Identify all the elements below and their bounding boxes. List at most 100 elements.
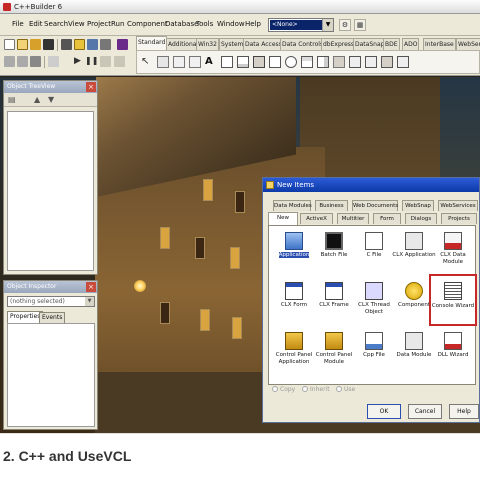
radio-copy[interactable]: Copy: [272, 386, 295, 393]
inspector-property-grid[interactable]: [7, 323, 95, 427]
new-icon[interactable]: [4, 39, 15, 50]
palette-tab-data-controls[interactable]: Data Controls: [280, 38, 326, 50]
treeview-list-icon[interactable]: ▤: [8, 95, 16, 104]
menu-database[interactable]: Database: [165, 20, 198, 28]
menu-window[interactable]: Window: [217, 20, 245, 28]
desktop-layout-combo[interactable]: <None> ▼: [268, 18, 334, 32]
menu-help[interactable]: Help: [245, 20, 261, 28]
item-c-file[interactable]: C File: [352, 230, 396, 274]
add-file-icon[interactable]: [87, 39, 98, 50]
mainmenu-icon[interactable]: [173, 56, 185, 68]
item-clx-application[interactable]: CLX Application: [392, 230, 436, 274]
help-button[interactable]: Help: [449, 404, 479, 419]
treeview-tree[interactable]: [7, 111, 94, 271]
palette-tab-win32[interactable]: Win32: [196, 38, 219, 50]
help-contents-icon[interactable]: [117, 39, 128, 50]
item-clx-thread-object[interactable]: CLX Thread Object: [352, 280, 396, 324]
menu-tools[interactable]: Tools: [196, 20, 213, 28]
debug-layout-icon[interactable]: ▦: [354, 19, 366, 31]
tab-business[interactable]: Business: [315, 200, 348, 211]
palette-tab-interbase[interactable]: InterBase: [423, 38, 456, 50]
palette-tab-additional[interactable]: Additional: [166, 38, 201, 50]
frames-icon[interactable]: [157, 56, 169, 68]
tab-activex[interactable]: ActiveX: [300, 213, 333, 224]
tab-webservices[interactable]: WebServices: [438, 200, 478, 211]
close-icon[interactable]: ×: [86, 82, 96, 92]
tab-projects[interactable]: Projects: [441, 213, 477, 224]
panel-icon[interactable]: [381, 56, 393, 68]
inspector-object-selector[interactable]: (nothing selected) ▼: [7, 296, 95, 307]
trace-into-icon[interactable]: [100, 56, 111, 67]
step-over-icon[interactable]: [114, 56, 125, 67]
palette-tab-data-access[interactable]: Data Access: [243, 38, 284, 50]
combobox-icon[interactable]: [317, 56, 329, 68]
tab-new[interactable]: New: [268, 212, 298, 225]
scrollbar-icon[interactable]: [333, 56, 345, 68]
close-icon[interactable]: ×: [86, 282, 96, 292]
popupmenu-icon[interactable]: [189, 56, 201, 68]
open-project-icon[interactable]: [74, 39, 85, 50]
pause-icon[interactable]: ❚❚: [85, 56, 98, 67]
item-dll-wizard[interactable]: DLL Wizard: [431, 330, 475, 374]
item-console-wizard[interactable]: Console Wizard: [429, 274, 477, 326]
palette-tab-bde[interactable]: BDE: [383, 38, 400, 50]
checkbox-icon[interactable]: [269, 56, 281, 68]
item-control-panel-module[interactable]: Control Panel Module: [312, 330, 356, 374]
pointer-icon[interactable]: ↖: [141, 56, 153, 68]
menu-run[interactable]: Run: [111, 20, 124, 28]
item-application[interactable]: Application: [272, 230, 316, 274]
open-icon[interactable]: [17, 39, 28, 50]
groupbox-icon[interactable]: [349, 56, 361, 68]
tab-form[interactable]: Form: [373, 213, 401, 224]
dropdown-open-icon[interactable]: [30, 39, 41, 50]
tab-multitier[interactable]: Multitier: [337, 213, 369, 224]
radiobutton-icon[interactable]: [285, 56, 297, 68]
radio-inherit[interactable]: Inherit: [302, 386, 330, 393]
item-component[interactable]: Component: [392, 280, 436, 324]
chevron-down-icon[interactable]: ▼: [85, 297, 94, 306]
item-data-module[interactable]: Data Module: [392, 330, 436, 374]
edit-icon[interactable]: [221, 56, 233, 68]
tab-web-documents[interactable]: Web Documents: [352, 200, 398, 211]
new-form-icon[interactable]: [48, 56, 59, 67]
save-all-icon[interactable]: [61, 39, 72, 50]
tab-data-modules[interactable]: Data Modules: [273, 200, 312, 211]
item-clx-form[interactable]: CLX Form: [272, 280, 316, 324]
save-desktop-icon[interactable]: ⚙: [339, 19, 351, 31]
label-icon[interactable]: A: [205, 56, 217, 68]
arrow-down-icon[interactable]: ▼: [48, 95, 54, 104]
toggle-form-unit-icon[interactable]: [30, 56, 41, 67]
actionlist-icon[interactable]: [397, 56, 409, 68]
tab-properties[interactable]: Properties: [7, 311, 44, 323]
view-unit-icon[interactable]: [4, 56, 15, 67]
item-cpp-file[interactable]: Cpp File: [352, 330, 396, 374]
item-batch-file[interactable]: Batch File: [312, 230, 356, 274]
button-icon[interactable]: [253, 56, 265, 68]
arrow-up-icon[interactable]: ▲: [34, 95, 40, 104]
item-control-panel-application[interactable]: Control Panel Application: [272, 330, 316, 374]
palette-tab-system[interactable]: System: [219, 38, 246, 50]
radiogroup-icon[interactable]: [365, 56, 377, 68]
save-icon[interactable]: [43, 39, 54, 50]
palette-tab-dbexpress[interactable]: dbExpress: [321, 38, 357, 50]
item-clx-data-module[interactable]: CLX Data Module: [431, 230, 475, 274]
radio-use[interactable]: Use: [336, 386, 355, 393]
tab-dialogs[interactable]: Dialogs: [405, 213, 437, 224]
ok-button[interactable]: OK: [367, 404, 401, 419]
remove-file-icon[interactable]: [100, 39, 111, 50]
menu-project[interactable]: Project: [87, 20, 111, 28]
menu-file[interactable]: File: [12, 20, 24, 28]
menu-search[interactable]: Search: [44, 20, 68, 28]
tab-websnap[interactable]: WebSnap: [402, 200, 434, 211]
memo-icon[interactable]: [237, 56, 249, 68]
menu-component[interactable]: Component: [127, 20, 168, 28]
menu-edit[interactable]: Edit: [29, 20, 43, 28]
cancel-button[interactable]: Cancel: [408, 404, 442, 419]
palette-tab-ado[interactable]: ADO: [402, 38, 420, 50]
palette-tab-standard[interactable]: Standard: [136, 36, 168, 50]
view-form-icon[interactable]: [17, 56, 28, 67]
palette-tab-webservices[interactable]: WebSer: [456, 38, 480, 50]
chevron-down-icon[interactable]: ▼: [322, 19, 333, 31]
tab-events[interactable]: Events: [39, 312, 66, 323]
run-icon[interactable]: ▶: [72, 56, 83, 67]
